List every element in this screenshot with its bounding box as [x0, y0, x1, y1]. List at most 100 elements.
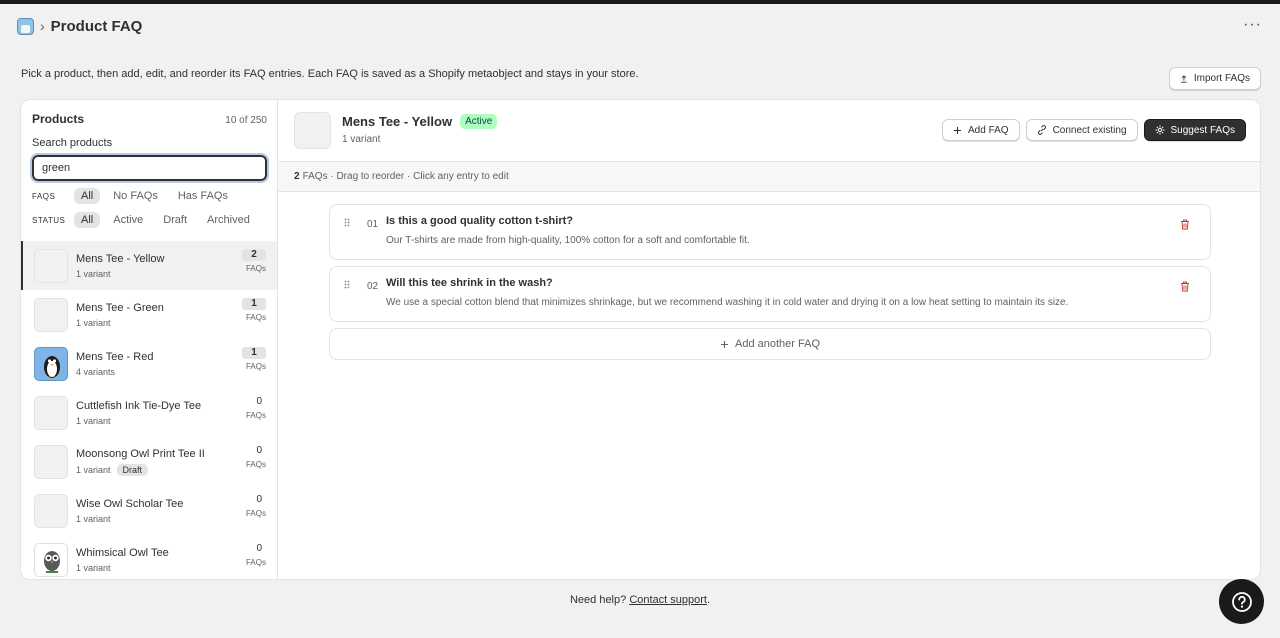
- plus-icon: [954, 126, 961, 134]
- faq-list: 01 Is this a good quality cotton t-shirt…: [329, 204, 1211, 360]
- faqs-filter-label: FAQS: [32, 191, 56, 201]
- product-sidebar: Products 10 of 250 Search products FAQS …: [21, 100, 278, 579]
- footer-text: Need help?: [569, 594, 627, 606]
- product-item[interactable]: Mens Tee - Red 4 variants 1 FAQs: [21, 339, 277, 388]
- faq-count: 0: [256, 494, 262, 505]
- faq-count-label: FAQs: [245, 509, 266, 518]
- faq-count: 1: [242, 347, 266, 359]
- search-label: Search products: [32, 137, 113, 149]
- product-item[interactable]: Mens Tee - Yellow 1 variant 2 FAQs: [21, 241, 277, 290]
- product-name: Wise Owl Scholar Tee: [76, 497, 184, 510]
- faq-answer: Our T-shirts are made from high-quality,…: [386, 235, 750, 246]
- trash-icon[interactable]: [1180, 281, 1190, 292]
- faq-number: 01: [367, 219, 379, 230]
- owl-image: [34, 542, 68, 577]
- product-name: Mens Tee - Yellow: [76, 252, 165, 265]
- product-header-thumbnail: [294, 112, 331, 149]
- question-icon: [1231, 591, 1252, 612]
- product-name: Whimsical Owl Tee: [76, 546, 169, 559]
- footer-suffix: .: [706, 594, 711, 606]
- product-name: Mens Tee - Red: [76, 350, 154, 363]
- add-faq-label: Add FAQ: [968, 124, 1009, 136]
- product-title: Mens Tee - Yellow: [342, 114, 453, 129]
- faq-entry[interactable]: 01 Is this a good quality cotton t-shirt…: [329, 204, 1211, 260]
- import-faqs-label: Import FAQs: [1193, 73, 1250, 84]
- faq-count-label: FAQs: [245, 313, 266, 322]
- intro-text: Pick a product, then add, edit, and reor…: [21, 68, 639, 80]
- product-thumbnail: [34, 248, 68, 283]
- search-input[interactable]: [30, 153, 269, 183]
- import-faqs-button[interactable]: Import FAQs: [1169, 67, 1261, 90]
- product-count: 10 of 250: [225, 115, 267, 126]
- drag-handle-icon[interactable]: [344, 280, 350, 289]
- product-variants: 1 variant: [76, 513, 111, 524]
- faq-entry[interactable]: 02 Will this tee shrink in the wash? We …: [329, 266, 1211, 322]
- product-variant-count: 1 variant: [342, 134, 381, 145]
- product-item[interactable]: Mens Tee - Green 1 variant 1 FAQs: [21, 290, 277, 339]
- product-item[interactable]: Whimsical Owl Tee 1 variant 0 FAQs: [21, 535, 277, 579]
- status-filter: STATUS All Active Draft Archived: [32, 212, 257, 228]
- faq-count-label: FAQs: [245, 411, 266, 420]
- connect-existing-label: Connect existing: [1052, 124, 1127, 136]
- app-icon[interactable]: [17, 17, 34, 35]
- trash-icon[interactable]: [1180, 219, 1190, 230]
- product-item[interactable]: Moonsong Owl Print Tee II 1 variant Draft…: [21, 437, 277, 486]
- product-variants: 4 variants: [76, 366, 116, 377]
- main-card: Products 10 of 250 Search products FAQS …: [20, 99, 1261, 580]
- suggest-faqs-label: Suggest FAQs: [1170, 124, 1235, 136]
- product-variants: 1 variant: [76, 415, 111, 426]
- faq-count-label: FAQs: [245, 558, 266, 567]
- product-item[interactable]: Wise Owl Scholar Tee 1 variant 0 FAQs: [21, 486, 277, 535]
- product-name: Mens Tee - Green: [76, 301, 164, 314]
- status-filter-draft[interactable]: Draft: [156, 212, 194, 228]
- status-filter-all[interactable]: All: [74, 212, 101, 228]
- product-thumbnail: [34, 493, 68, 528]
- help-button[interactable]: [1219, 579, 1264, 624]
- connect-existing-button[interactable]: Connect existing: [1025, 119, 1138, 141]
- faqs-filter-all[interactable]: All: [74, 188, 101, 204]
- status-badge: Active: [460, 114, 498, 129]
- breadcrumb-separator: ›: [40, 18, 45, 34]
- faqs-filter: FAQS All No FAQs Has FAQs: [32, 188, 235, 204]
- product-name: Moonsong Owl Print Tee II: [76, 447, 205, 460]
- product-thumbnail: [34, 444, 68, 479]
- product-thumbnail: [34, 297, 68, 332]
- faqs-filter-has-faqs[interactable]: Has FAQs: [171, 188, 235, 204]
- add-another-faq-button[interactable]: Add another FAQ: [329, 328, 1211, 360]
- faq-count: 0: [256, 543, 262, 554]
- drag-handle-icon[interactable]: [344, 218, 350, 227]
- link-icon: [1037, 125, 1046, 135]
- product-thumbnail: [34, 395, 68, 430]
- add-another-faq-label: Add another FAQ: [735, 338, 820, 350]
- faqs-filter-no-faqs[interactable]: No FAQs: [106, 188, 165, 204]
- faq-question: Is this a good quality cotton t-shirt?: [386, 215, 573, 227]
- more-actions-button[interactable]: ···: [1243, 16, 1262, 34]
- title-bar: › Product FAQ ···: [0, 4, 1280, 48]
- faq-count: 2: [242, 249, 266, 261]
- faq-count: 0: [256, 445, 262, 456]
- faq-number: 02: [367, 281, 379, 292]
- faq-question: Will this tee shrink in the wash?: [386, 277, 553, 289]
- faq-count-label: FAQs: [245, 460, 266, 469]
- product-item[interactable]: Cuttlefish Ink Tie-Dye Tee 1 variant 0 FA…: [21, 388, 277, 437]
- status-filter-label: STATUS: [32, 215, 66, 225]
- faq-count-label: FAQs: [245, 362, 266, 371]
- draft-badge: Draft: [116, 463, 149, 476]
- product-variants: 1 variant: [76, 464, 111, 475]
- faq-total: 2: [294, 171, 300, 182]
- faq-info-text: FAQs · Drag to reorder · Click any entry…: [302, 171, 509, 182]
- status-filter-archived[interactable]: Archived: [200, 212, 257, 228]
- faq-count: 0: [256, 396, 262, 407]
- faq-answer: We use a special cotton blend that minim…: [386, 297, 1069, 308]
- product-name: Cuttlefish Ink Tie-Dye Tee: [76, 399, 202, 412]
- add-faq-button[interactable]: Add FAQ: [942, 119, 1020, 141]
- page-title: Product FAQ: [50, 17, 143, 35]
- footer: Need help? Contact support.: [0, 594, 1280, 606]
- sparkle-icon: [1155, 125, 1165, 135]
- sidebar-title: Products: [32, 112, 85, 126]
- product-variants: 1 variant: [76, 317, 111, 328]
- suggest-faqs-button[interactable]: Suggest FAQs: [1143, 119, 1246, 141]
- status-filter-active[interactable]: Active: [106, 212, 150, 228]
- faq-editor: Mens Tee - Yellow Active 1 variant Add F…: [278, 100, 1260, 579]
- contact-support-link[interactable]: Contact support: [629, 594, 707, 606]
